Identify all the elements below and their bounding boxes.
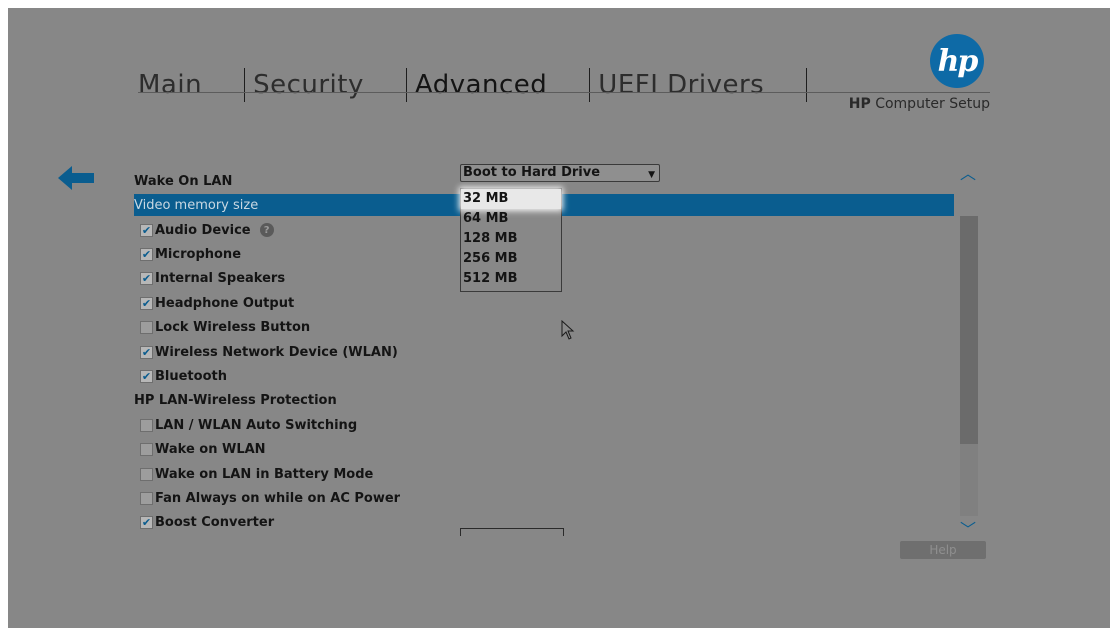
tab-security[interactable]: Security	[253, 70, 378, 100]
tab-divider	[589, 68, 591, 102]
setting-label: Bluetooth	[155, 368, 227, 384]
setting-label: Microphone	[155, 246, 242, 262]
header-divider	[138, 92, 990, 93]
checkbox-row[interactable]: Bluetooth	[134, 365, 954, 387]
help-button[interactable]: Help	[900, 541, 986, 559]
setting-label: Fan Always on while on AC Power	[155, 490, 401, 506]
checkbox[interactable]	[140, 345, 153, 359]
chevron-down-icon[interactable]: ﹀	[958, 516, 978, 539]
select-value: Boot to Hard Drive	[463, 165, 601, 180]
tab-advanced[interactable]: Advanced	[415, 70, 561, 100]
back-arrow-icon[interactable]	[58, 166, 94, 190]
dropdown-option[interactable]: 256 MB	[461, 249, 561, 269]
setting-label: Wake on LAN in Battery Mode	[155, 466, 374, 482]
checkbox-row[interactable]: Lock Wireless Button	[134, 317, 954, 339]
setting-label: LAN / WLAN Auto Switching	[155, 417, 358, 433]
checkbox[interactable]	[140, 321, 153, 335]
tab-divider	[244, 68, 246, 102]
subtitle-brand: HP	[848, 96, 871, 112]
checkbox[interactable]	[140, 272, 153, 286]
checkbox[interactable]	[140, 223, 153, 237]
subtitle-text: Computer Setup	[870, 96, 990, 112]
section-header: HP LAN-Wireless Protection	[134, 390, 954, 412]
checkbox-row[interactable]: Fan Always on while on AC Power	[134, 487, 954, 509]
setting-label: HP LAN-Wireless Protection	[134, 393, 337, 409]
hp-logo: hp	[930, 34, 984, 88]
dropdown-option[interactable]: 64 MB	[461, 209, 561, 229]
mouse-pointer-icon	[561, 320, 575, 340]
setting-label: Lock Wireless Button	[155, 320, 311, 336]
checkbox-row[interactable]: Wake on WLAN	[134, 439, 954, 461]
tab-uefi-drivers[interactable]: UEFI Drivers	[598, 70, 778, 100]
checkbox-row[interactable]: Wireless Network Device (WLAN)	[134, 341, 954, 363]
setting-label: Wake On LAN	[134, 173, 233, 189]
tab-bar: Main Security Advanced UEFI Drivers	[138, 64, 815, 106]
help-icon[interactable]: ?	[259, 223, 274, 237]
checkbox[interactable]	[140, 247, 153, 261]
chevron-down-icon: ▼	[648, 170, 655, 180]
partial-select[interactable]	[460, 528, 564, 536]
checkbox[interactable]	[140, 296, 153, 310]
tab-main[interactable]: Main	[138, 70, 216, 100]
setting-label: Headphone Output	[155, 295, 295, 311]
setting-label: Wake on WLAN	[155, 442, 266, 458]
setting-label: Boost Converter	[155, 515, 275, 531]
setting-label: Audio Device	[155, 222, 251, 238]
dropdown-option[interactable]: 128 MB	[461, 229, 561, 249]
checkbox-row[interactable]: LAN / WLAN Auto Switching	[134, 414, 954, 436]
setting-label: Video memory size	[134, 197, 259, 213]
scrollbar-thumb[interactable]	[960, 216, 978, 444]
app-subtitle: HP Computer Setup	[800, 96, 990, 112]
checkbox-row[interactable]: Wake on LAN in Battery Mode	[134, 463, 954, 485]
checkbox[interactable]	[140, 418, 153, 432]
video-memory-dropdown[interactable]: 32 MB 64 MB 128 MB 256 MB 512 MB	[460, 188, 562, 292]
dropdown-option[interactable]: 32 MB	[461, 189, 561, 209]
checkbox-row[interactable]: Headphone Output	[134, 292, 954, 314]
wake-on-lan-select[interactable]: Boot to Hard Drive ▼	[460, 164, 660, 182]
checkbox[interactable]	[140, 491, 153, 505]
checkbox[interactable]	[140, 369, 153, 383]
chevron-up-icon[interactable]: ︿	[958, 160, 978, 183]
bios-screen: Main Security Advanced UEFI Drivers hp H…	[8, 8, 1110, 628]
checkbox[interactable]	[140, 443, 153, 457]
tab-divider	[405, 68, 407, 102]
setting-label: Wireless Network Device (WLAN)	[155, 344, 398, 360]
checkbox[interactable]	[140, 467, 153, 481]
dropdown-option[interactable]: 512 MB	[461, 269, 561, 289]
checkbox[interactable]	[140, 516, 153, 530]
setting-label: Internal Speakers	[155, 271, 286, 287]
